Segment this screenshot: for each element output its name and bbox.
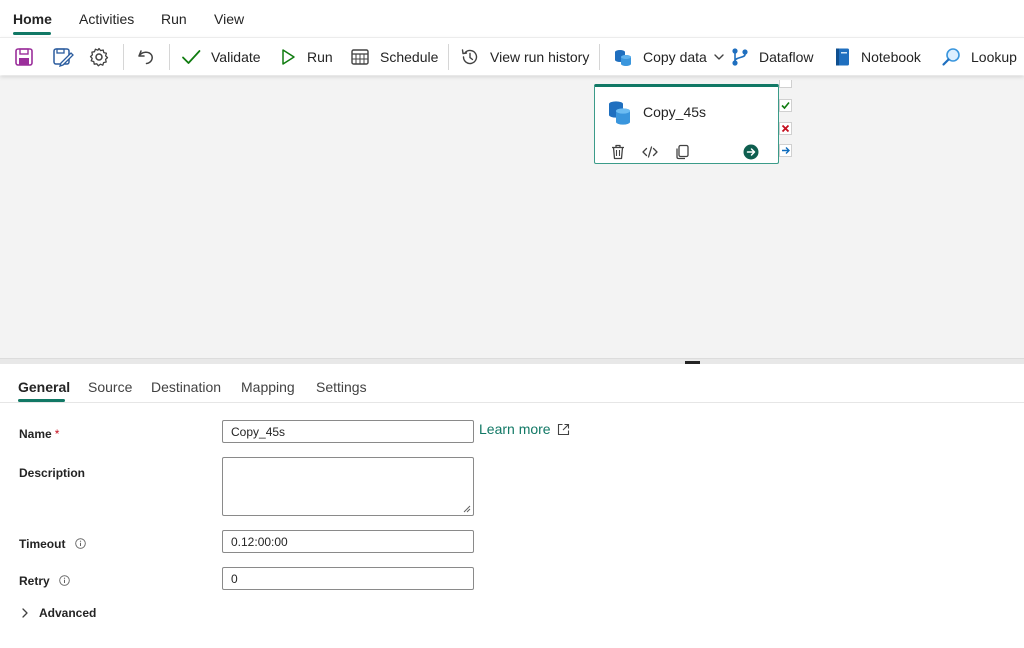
dataflow-icon — [732, 48, 748, 66]
lookup-button[interactable]: Lookup — [941, 38, 1017, 76]
copy-data-icon — [609, 101, 630, 125]
menu-tab-home[interactable]: Home — [13, 11, 52, 27]
validate-button[interactable]: Validate — [181, 38, 261, 76]
on-fail-handle[interactable] — [779, 122, 792, 135]
retry-label: Retry — [19, 574, 50, 588]
undo-icon — [138, 50, 153, 65]
menu-tab-view[interactable]: View — [214, 11, 244, 27]
save-icon — [15, 48, 33, 66]
copy-data-icon — [615, 50, 631, 66]
code-icon[interactable] — [642, 144, 658, 160]
history-icon — [461, 49, 478, 65]
advanced-toggle[interactable]: Advanced — [21, 606, 96, 620]
notebook-label: Notebook — [861, 49, 921, 65]
name-label-row: Name * — [19, 427, 59, 441]
view-run-history-label: View run history — [490, 49, 590, 65]
tab-settings[interactable]: Settings — [316, 379, 367, 395]
x-icon — [781, 124, 790, 133]
menu-tab-run[interactable]: Run — [161, 11, 187, 27]
run-label: Run — [307, 49, 333, 65]
notebook-button[interactable]: Notebook — [833, 38, 921, 76]
splitter-grip[interactable] — [685, 361, 700, 364]
external-link-icon — [557, 423, 569, 435]
on-success-handle[interactable] — [779, 99, 792, 112]
checkmark-icon — [182, 50, 201, 64]
lookup-label: Lookup — [971, 49, 1017, 65]
undo-button[interactable] — [136, 38, 156, 76]
on-completion-handle[interactable] — [779, 144, 792, 157]
tab-general[interactable]: General — [18, 379, 70, 395]
copy-activity-card[interactable]: Copy_45s — [594, 84, 779, 164]
lookup-icon — [942, 48, 960, 66]
learn-more-label: Learn more — [479, 421, 551, 437]
toolbar-separator — [169, 44, 170, 70]
settings-icon — [89, 47, 109, 67]
panel-splitter[interactable] — [0, 358, 1024, 364]
resize-grip-icon[interactable] — [463, 505, 471, 513]
chevron-down-icon — [714, 54, 724, 60]
skip-handle[interactable] — [779, 80, 792, 88]
retry-label-row: Retry — [19, 574, 70, 588]
timeout-label-row: Timeout — [19, 537, 86, 551]
description-label: Description — [19, 466, 86, 480]
copy-data-label: Copy data — [643, 49, 707, 65]
delete-icon[interactable] — [611, 144, 625, 160]
learn-more-link[interactable]: Learn more — [479, 421, 570, 437]
toolbar: Validate Run Schedule View run history C… — [0, 37, 1024, 75]
advanced-label: Advanced — [39, 606, 97, 620]
name-label: Name — [19, 427, 52, 441]
calendar-icon — [351, 49, 369, 65]
info-icon[interactable] — [59, 575, 70, 586]
description-field[interactable] — [222, 457, 474, 516]
name-field[interactable] — [222, 420, 474, 443]
chevron-right-icon — [22, 608, 28, 618]
retry-field[interactable] — [222, 567, 474, 590]
validate-label: Validate — [211, 49, 261, 65]
tab-source[interactable]: Source — [88, 379, 132, 395]
check-icon — [781, 101, 790, 110]
save-button[interactable] — [14, 38, 34, 76]
arrow-right-icon — [782, 147, 790, 154]
toolbar-separator — [123, 44, 124, 70]
toolbar-separator — [448, 44, 449, 70]
view-run-history-button[interactable]: View run history — [460, 38, 589, 76]
tab-destination[interactable]: Destination — [151, 379, 221, 395]
dataflow-button[interactable]: Dataflow — [731, 38, 813, 76]
save-as-button[interactable] — [52, 38, 74, 76]
go-arrow-icon[interactable] — [743, 144, 759, 160]
play-icon — [282, 49, 295, 65]
settings-button[interactable] — [89, 38, 109, 76]
pipeline-canvas[interactable] — [0, 76, 1024, 358]
activity-name: Copy_45s — [643, 104, 707, 120]
copy-icon[interactable] — [675, 144, 690, 160]
copy-data-dropdown[interactable]: Copy data — [613, 38, 725, 76]
dataflow-label: Dataflow — [759, 49, 814, 65]
timeout-label: Timeout — [19, 537, 66, 551]
menu-bar: Home Activities Run View — [0, 0, 1024, 36]
tab-divider — [0, 402, 1024, 403]
save-as-icon — [53, 48, 74, 67]
menu-tab-activities[interactable]: Activities — [79, 11, 134, 27]
menu-active-indicator — [13, 32, 51, 35]
timeout-field[interactable] — [222, 530, 474, 553]
run-button[interactable]: Run — [279, 38, 333, 76]
info-icon[interactable] — [75, 538, 86, 549]
notebook-icon — [836, 48, 849, 66]
required-marker: * — [54, 427, 60, 441]
toolbar-separator — [599, 44, 600, 70]
schedule-label: Schedule — [380, 49, 439, 65]
tab-mapping[interactable]: Mapping — [241, 379, 295, 395]
schedule-button[interactable]: Schedule — [350, 38, 438, 76]
